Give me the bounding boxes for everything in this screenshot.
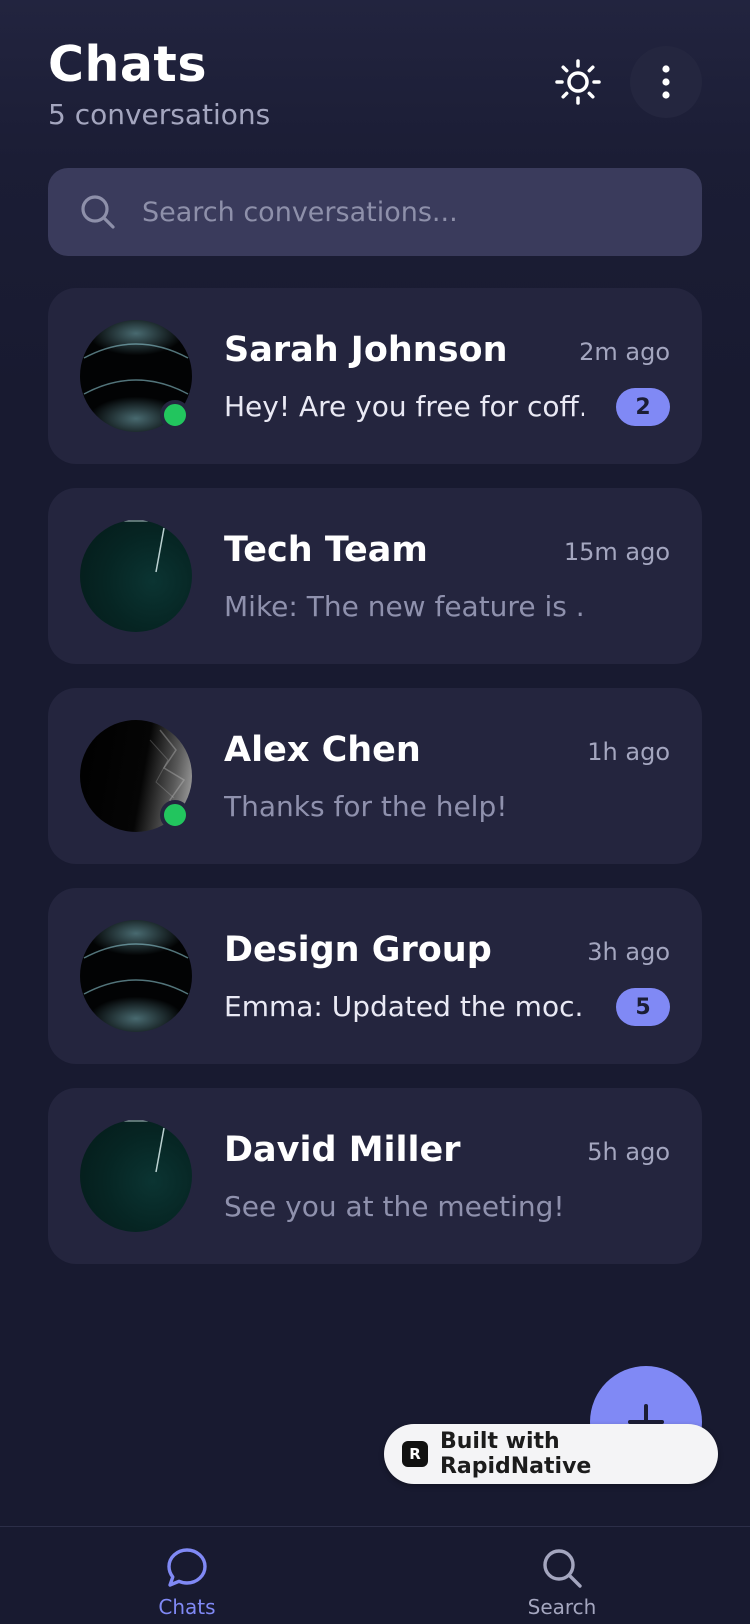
chat-item[interactable]: Tech Team 15m ago Mike: The new feature …: [48, 488, 702, 664]
chat-time: 3h ago: [587, 938, 670, 966]
tab-label: Chats: [158, 1595, 216, 1619]
search-bar[interactable]: [48, 168, 702, 256]
search-icon: [543, 1549, 582, 1588]
chat-time: 15m ago: [563, 538, 670, 566]
tab-chats[interactable]: Chats: [112, 1545, 262, 1624]
chat-list: Sarah Johnson 2m ago Hey! Are you free f…: [48, 288, 702, 1288]
sun-icon: [555, 59, 601, 105]
avatar: [80, 920, 192, 1032]
unread-badge: 5: [616, 988, 670, 1026]
tab-search[interactable]: Search: [487, 1545, 637, 1624]
theme-toggle-button[interactable]: [542, 46, 614, 118]
conversation-count: 5 conversations: [48, 98, 271, 131]
chat-bubble-icon: [167, 1548, 207, 1587]
chat-time: 1h ago: [587, 738, 670, 766]
search-icon: [81, 195, 115, 229]
page-title: Chats: [48, 36, 207, 93]
tab-label: Search: [527, 1595, 597, 1619]
chat-time: 2m ago: [579, 338, 670, 366]
chat-name: Design Group: [224, 930, 492, 970]
search-input[interactable]: [142, 182, 702, 242]
chat-name: Alex Chen: [224, 730, 421, 770]
built-with-label: Built with RapidNative: [439, 1429, 592, 1479]
chat-item[interactable]: Design Group 3h ago Emma: Updated the mo…: [48, 888, 702, 1064]
chat-preview: Thanks for the help!: [224, 790, 508, 823]
avatar: [80, 1120, 192, 1232]
avatar: [80, 520, 192, 632]
header: Chats 5 conversations: [48, 36, 702, 136]
unread-badge: 2: [616, 388, 670, 426]
rapidnative-logo-icon: R: [402, 1441, 428, 1467]
online-indicator: [160, 800, 190, 830]
online-indicator: [160, 400, 190, 430]
chat-item[interactable]: Sarah Johnson 2m ago Hey! Are you free f…: [48, 288, 702, 464]
chat-name: Sarah Johnson: [224, 330, 508, 370]
chat-item[interactable]: Alex Chen 1h ago Thanks for the help!: [48, 688, 702, 864]
chat-preview: Mike: The new feature is ...: [224, 590, 584, 623]
chat-name: David Miller: [224, 1130, 461, 1170]
more-vertical-icon: [662, 65, 670, 99]
chat-time: 5h ago: [587, 1138, 670, 1166]
more-options-button[interactable]: [630, 46, 702, 118]
chat-preview: Emma: Updated the moc...: [224, 990, 584, 1023]
chat-preview: See you at the meeting!: [224, 1190, 565, 1223]
chats-screen: Chats 5 conversations Search conversatio…: [0, 0, 750, 1624]
chat-item[interactable]: David Miller 5h ago See you at the meeti…: [48, 1088, 702, 1264]
chat-name: Tech Team: [224, 530, 428, 570]
bottom-tab-bar: Chats Search: [0, 1526, 750, 1624]
built-with-badge[interactable]: R Built with RapidNative: [384, 1424, 718, 1484]
chat-preview: Hey! Are you free for coff...: [224, 390, 584, 423]
